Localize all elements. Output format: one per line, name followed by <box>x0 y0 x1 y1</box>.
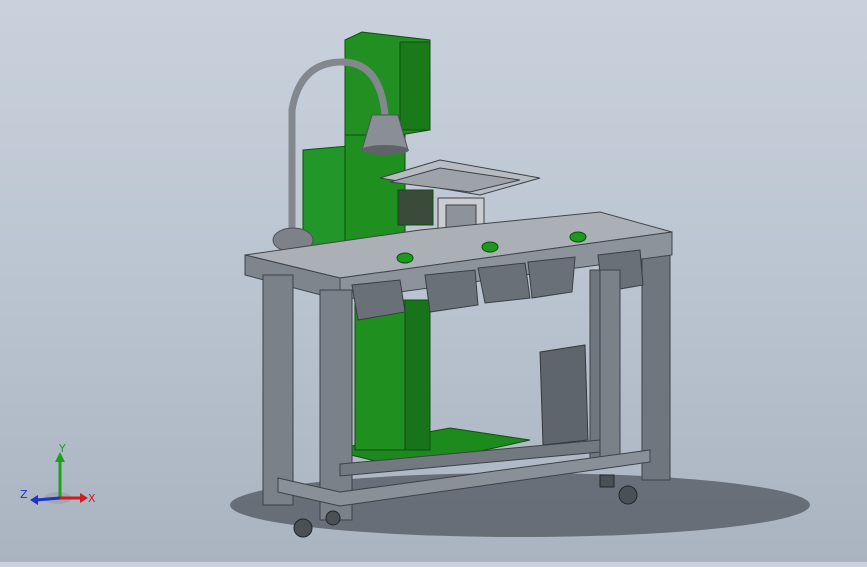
z-axis-label: Z <box>20 488 28 501</box>
assembly-model[interactable] <box>0 0 867 562</box>
y-axis-label: Y <box>58 442 66 455</box>
z-axis-arrow <box>35 496 61 502</box>
coordinate-triad: Y X Z <box>20 442 96 505</box>
3d-model-viewport[interactable]: Y X Z <box>0 0 867 562</box>
floor-shadow <box>230 473 810 537</box>
x-axis-label: X <box>88 492 96 505</box>
side-panel <box>539 344 589 446</box>
